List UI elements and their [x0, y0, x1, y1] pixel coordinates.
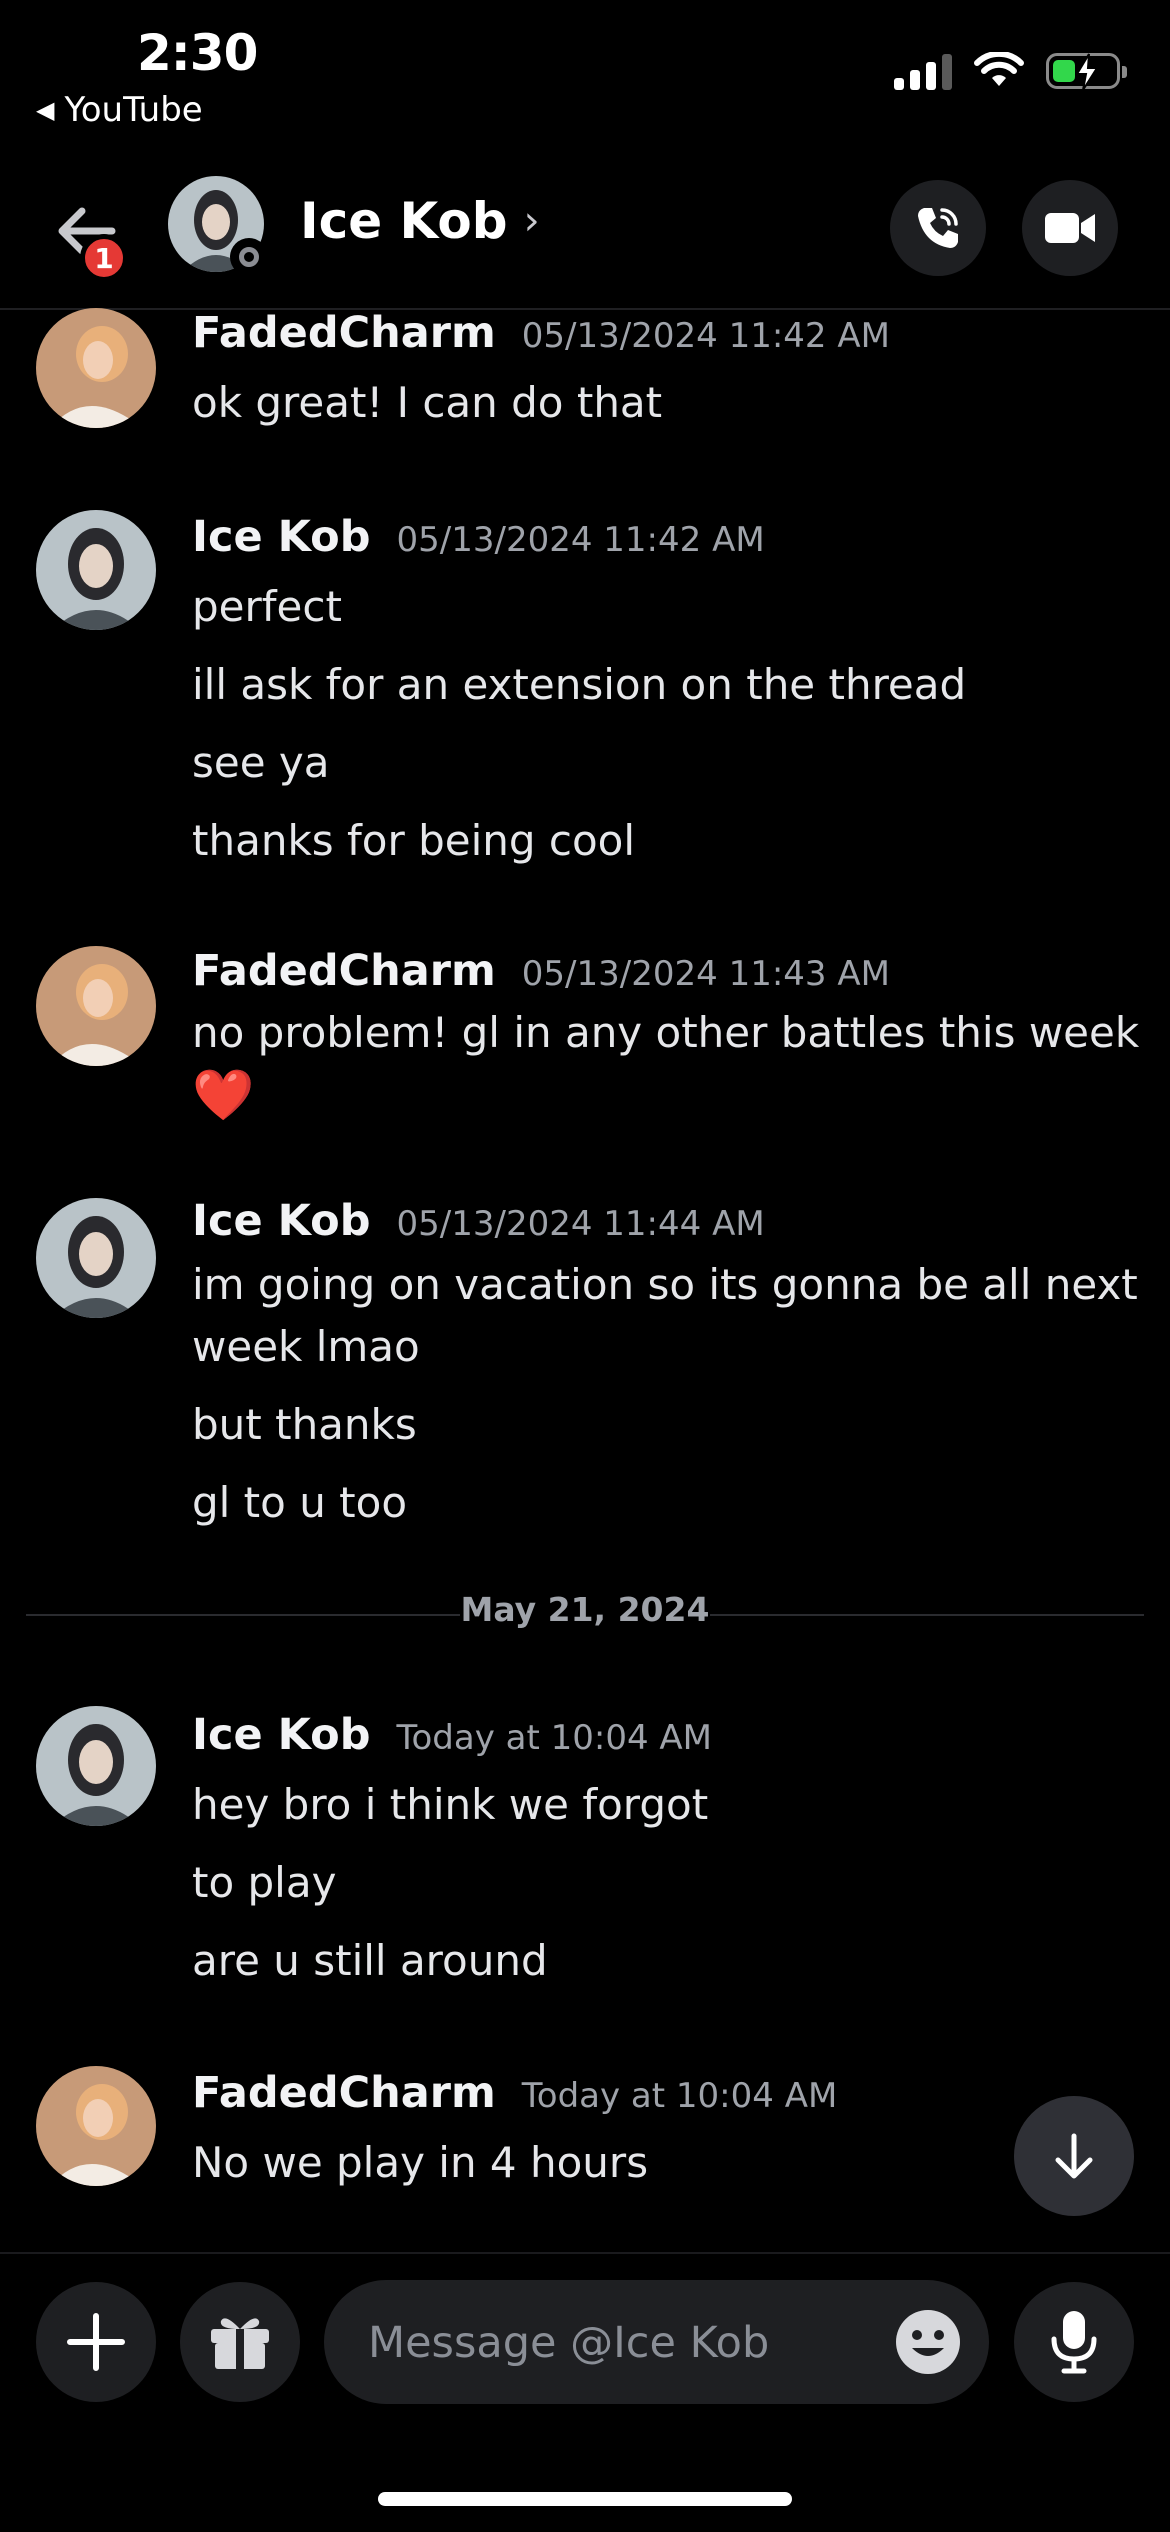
- add-attachment-button[interactable]: [36, 2282, 156, 2402]
- message-author[interactable]: FadedCharm Today at 10:04 AM: [192, 2068, 837, 2118]
- avatar[interactable]: [36, 308, 156, 428]
- message-timestamp: 05/13/2024 11:42 AM: [521, 316, 890, 356]
- chat-screen: 2:30 ◀ YouTube 1 Ice Kob › FadedCharm 05…: [0, 0, 1170, 2532]
- message-timestamp: 05/13/2024 11:42 AM: [396, 520, 765, 560]
- message-text: perfect: [192, 582, 342, 631]
- message-text: thanks for being cool: [192, 816, 636, 865]
- emoji-icon[interactable]: [894, 2308, 962, 2376]
- arrow-down-icon: [1055, 2133, 1093, 2179]
- message-timestamp: Today at 10:04 AM: [521, 2076, 838, 2116]
- message-text: gl to u too: [192, 1478, 408, 1527]
- voice-message-button[interactable]: [1014, 2282, 1134, 2402]
- message-author[interactable]: FadedCharm 05/13/2024 11:42 AM: [192, 308, 890, 358]
- message-text: see ya: [192, 738, 330, 787]
- avatar[interactable]: [36, 1706, 156, 1826]
- status-icons: [894, 52, 1127, 91]
- message-input-placeholder: Message @Ice Kob: [368, 2318, 770, 2368]
- message-text: no problem! gl in any other battles this…: [192, 1008, 1140, 1057]
- message-timestamp: Today at 10:04 AM: [396, 1718, 713, 1758]
- microphone-icon: [1051, 2311, 1097, 2374]
- chat-title: Ice Kob: [300, 192, 508, 250]
- message-text: to play: [192, 1858, 337, 1907]
- message-author[interactable]: FadedCharm 05/13/2024 11:43 AM: [192, 946, 890, 996]
- message-text: but thanks: [192, 1400, 417, 1449]
- heart-emoji: ❤️: [192, 1066, 255, 1124]
- message-author[interactable]: Ice Kob Today at 10:04 AM: [192, 1710, 712, 1760]
- back-triangle-icon: ◀: [36, 96, 55, 124]
- date-divider-label: May 21, 2024: [460, 1590, 710, 1629]
- message-text: im going on vacation so its gonna be all…: [192, 1260, 1138, 1309]
- message-author[interactable]: Ice Kob 05/13/2024 11:42 AM: [192, 512, 765, 562]
- jump-to-latest-button[interactable]: [1014, 2096, 1134, 2216]
- video-call-button[interactable]: [1022, 180, 1118, 276]
- voice-call-button[interactable]: [890, 180, 986, 276]
- message-text: ill ask for an extension on the thread: [192, 660, 967, 709]
- chat-header: 1 Ice Kob ›: [0, 160, 1170, 310]
- home-indicator[interactable]: [378, 2492, 792, 2506]
- phone-icon: [918, 208, 958, 248]
- message-input[interactable]: Message @Ice Kob: [324, 2280, 989, 2404]
- status-time: 2:30: [137, 24, 258, 82]
- cellular-signal-icon: [894, 52, 952, 90]
- video-camera-icon: [1045, 213, 1095, 243]
- wifi-icon: [974, 52, 1024, 86]
- back-app-label: YouTube: [64, 90, 203, 130]
- offline-status-icon: [230, 238, 268, 276]
- avatar[interactable]: [36, 1198, 156, 1318]
- composer-divider: [0, 2252, 1170, 2254]
- message-text: ok great! I can do that: [192, 378, 663, 427]
- avatar[interactable]: [36, 510, 156, 630]
- gift-icon: [211, 2318, 269, 2369]
- message-timestamp: 05/13/2024 11:43 AM: [521, 954, 890, 994]
- plus-icon: [67, 2313, 125, 2371]
- gift-button[interactable]: [180, 2282, 300, 2402]
- battery-icon: [1046, 53, 1127, 91]
- chat-title-button[interactable]: Ice Kob ›: [300, 192, 540, 250]
- chevron-right-icon: ›: [523, 198, 540, 244]
- avatar[interactable]: [36, 946, 156, 1066]
- message-text: hey bro i think we forgot: [192, 1780, 709, 1829]
- message-text: are u still around: [192, 1936, 548, 1985]
- avatar[interactable]: [36, 2066, 156, 2186]
- message-timestamp: 05/13/2024 11:44 AM: [396, 1204, 765, 1244]
- message-author[interactable]: Ice Kob 05/13/2024 11:44 AM: [192, 1196, 765, 1246]
- back-to-app-link[interactable]: ◀ YouTube: [36, 90, 203, 130]
- message-text: week lmao: [192, 1322, 420, 1371]
- notification-badge: 1: [80, 234, 128, 282]
- message-text: No we play in 4 hours: [192, 2138, 649, 2187]
